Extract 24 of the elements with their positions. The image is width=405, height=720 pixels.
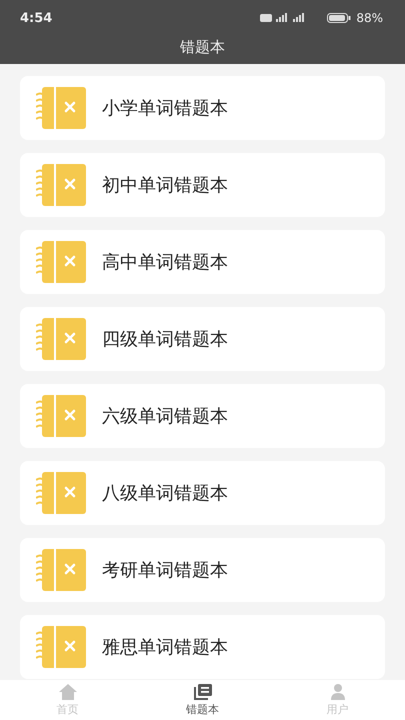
notebook-card[interactable]: 高中单词错题本: [20, 230, 385, 294]
notebook-icon: [36, 164, 86, 206]
notebook-icon: [36, 472, 86, 514]
page-title: 错题本: [179, 37, 226, 58]
notebook-card[interactable]: 四级单词错题本: [20, 307, 385, 371]
notebook-icon: [36, 241, 86, 283]
notebook-card[interactable]: 初中单词错题本: [20, 153, 385, 217]
notebook-icon: [36, 87, 86, 129]
notebook-card[interactable]: 六级单词错题本: [20, 384, 385, 448]
notebook-icon: [36, 626, 86, 668]
status-time: 4:54: [20, 10, 52, 26]
tab-bar-item[interactable]: 错题本: [135, 680, 270, 720]
notebook-stack-icon: [192, 683, 212, 701]
notebook-icon: [36, 318, 86, 360]
battery-icon: [327, 13, 352, 23]
home-icon: [58, 683, 78, 701]
notebook-card[interactable]: 小学单词错题本: [20, 76, 385, 140]
notebook-card[interactable]: 雅思单词错题本: [20, 615, 385, 679]
notebook-icon: [36, 395, 86, 437]
user-icon: [328, 683, 346, 701]
battery-level: 88%: [356, 11, 383, 25]
notebook-card[interactable]: 考研单词错题本: [20, 538, 385, 602]
notebook-card[interactable]: 八级单词错题本: [20, 461, 385, 525]
notebook-icon: [36, 549, 86, 591]
